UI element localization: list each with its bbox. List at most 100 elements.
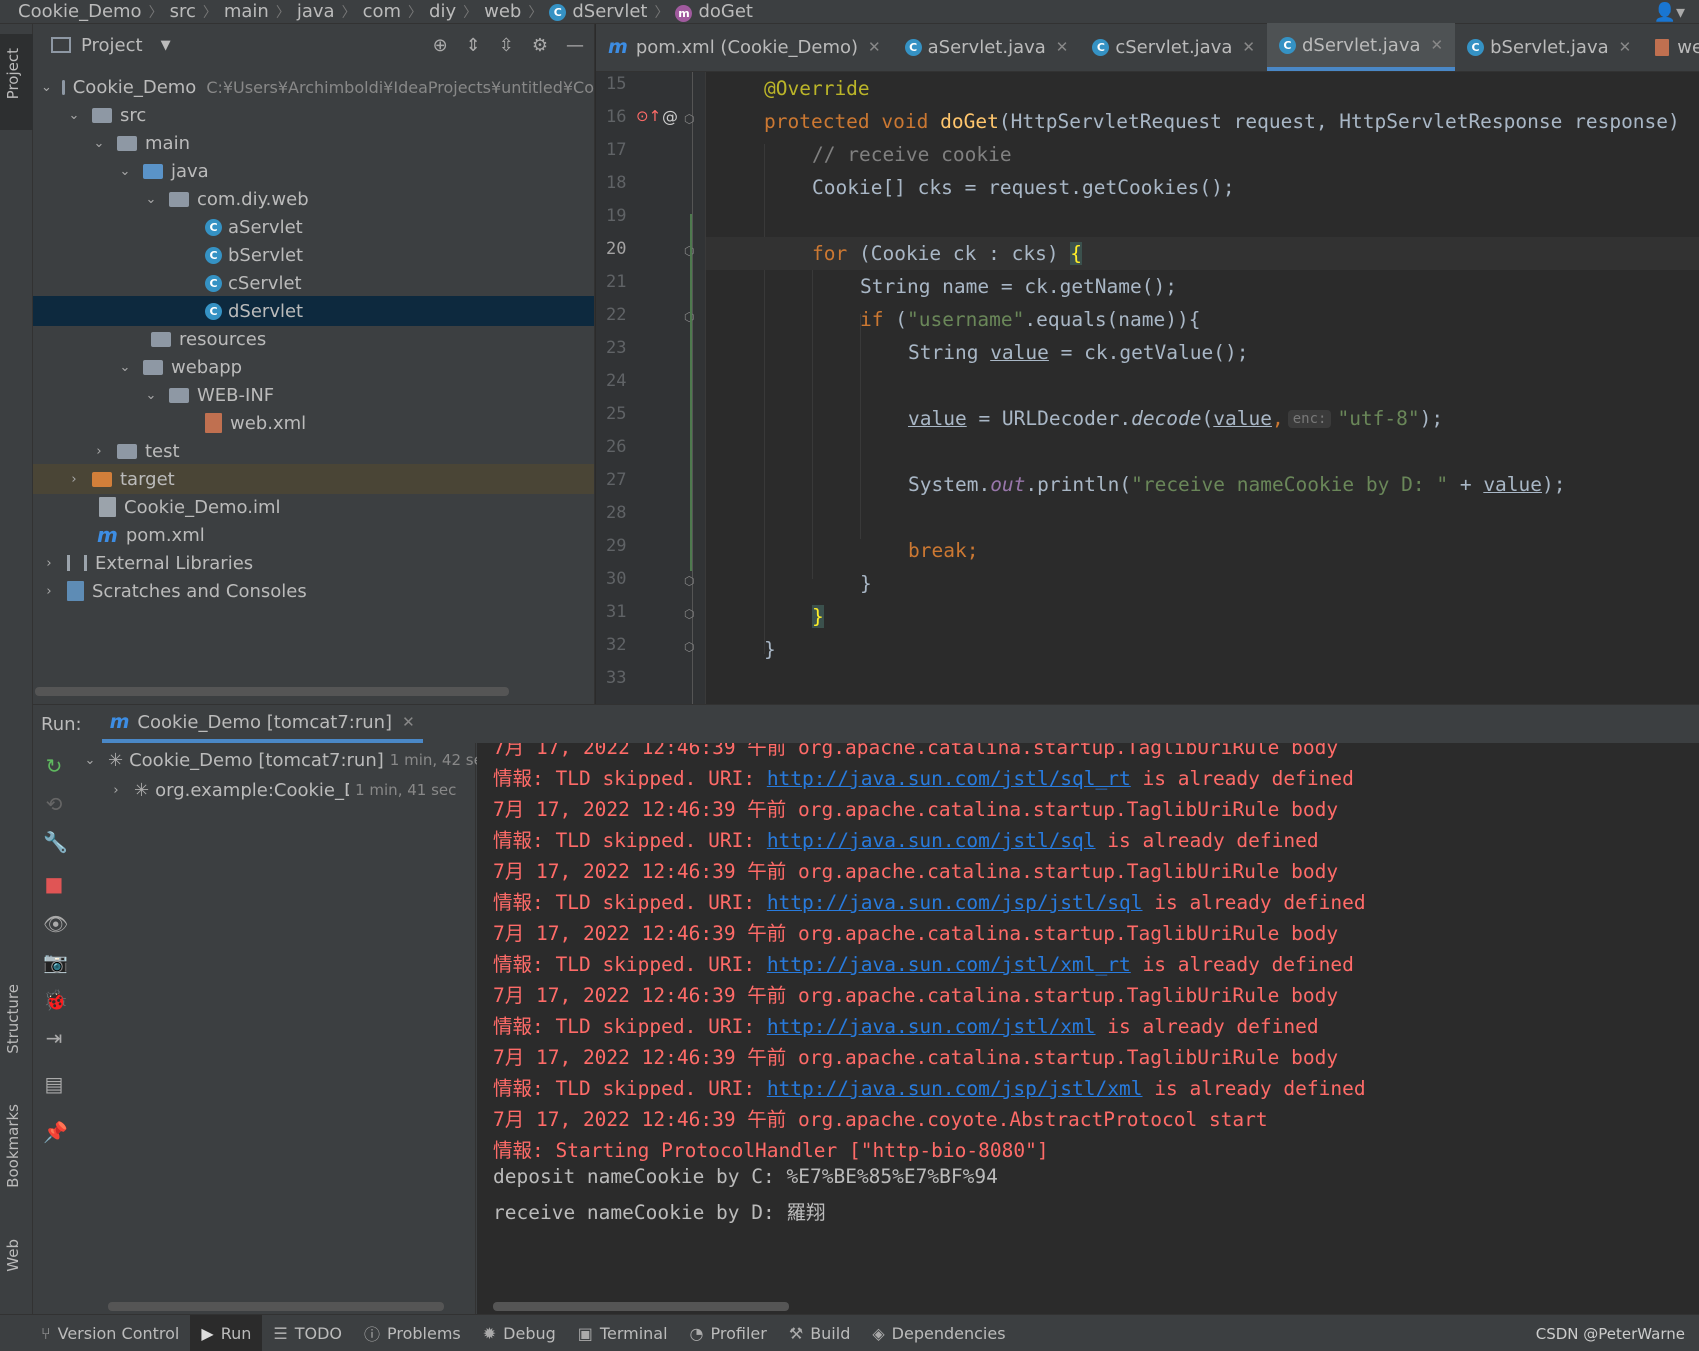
run-tab[interactable]: m Cookie_Demo [tomcat7:run] ✕ xyxy=(101,705,423,743)
tree-item-external-libraries[interactable]: › External Libraries xyxy=(33,548,594,578)
close-icon[interactable]: ✕ xyxy=(868,38,881,56)
horizontal-scrollbar[interactable] xyxy=(493,1302,789,1311)
expand-all-icon[interactable]: ⇕ xyxy=(466,35,481,56)
code-line-24[interactable] xyxy=(706,369,1699,402)
structure-side-tab[interactable]: Structure xyxy=(4,984,22,1054)
tree-item-bservlet[interactable]: C bServlet xyxy=(33,240,594,270)
breadcrumb-item-src[interactable]: src xyxy=(170,1,196,22)
tree-item-java[interactable]: ⌄ java xyxy=(33,156,594,186)
rerun-icon[interactable]: ↻ xyxy=(43,755,65,777)
line-number-gutter[interactable]: 15 16 17 18 19 20 21 22 23 24 25 26 27 2… xyxy=(596,72,706,704)
code-line-22[interactable]: if ("username" .equals(name)){ xyxy=(706,303,1699,336)
chevron-right-icon[interactable]: › xyxy=(91,444,107,459)
code-line-18[interactable]: Cookie[] cks = request.getCookies(); xyxy=(706,171,1699,204)
breadcrumb-item-com[interactable]: com xyxy=(363,1,401,22)
code-line-26[interactable] xyxy=(706,435,1699,468)
fold-icon[interactable]: ⬡ xyxy=(684,640,694,654)
code-line-32[interactable]: } xyxy=(706,633,1699,666)
breadcrumb-item-java[interactable]: java xyxy=(297,1,335,22)
tree-item-src[interactable]: ⌄ src xyxy=(33,100,594,130)
debug-icon[interactable]: 🐞 xyxy=(43,989,68,1011)
close-icon[interactable]: ✕ xyxy=(1619,38,1632,56)
tree-item-cookie-demo[interactable]: ⌄ Cookie_Demo C:¥Users¥Archimboldi¥IdeaP… xyxy=(33,72,594,102)
tab-cservlet[interactable]: CcServlet.java ✕ xyxy=(1080,23,1267,71)
web-side-tab[interactable]: Web xyxy=(4,1239,22,1272)
chevron-down-icon[interactable]: ⌄ xyxy=(117,164,133,179)
fold-icon[interactable]: ⬡ xyxy=(684,574,694,588)
close-icon[interactable]: ✕ xyxy=(1056,38,1069,56)
version-control-button[interactable]: ⑂ Version Control xyxy=(30,1315,190,1351)
breadcrumb-item-class[interactable]: CdServlet xyxy=(549,1,647,22)
user-icon[interactable]: 👤▾ xyxy=(1654,2,1685,23)
dropdown-arrow-icon[interactable]: ▼ xyxy=(161,38,171,53)
tab-pom-xml[interactable]: m pom.xml (Cookie_Demo) ✕ xyxy=(596,23,893,71)
chevron-right-icon[interactable]: › xyxy=(41,556,57,571)
tab-web-xml[interactable]: web.xml✕ xyxy=(1643,23,1699,71)
breadcrumb-item-method[interactable]: m doGet xyxy=(675,1,753,22)
override-marker-icon[interactable]: ⊙↑ xyxy=(636,107,661,125)
chevron-down-icon[interactable]: ⌄ xyxy=(66,108,82,123)
tree-item-cservlet[interactable]: C cServlet xyxy=(33,268,594,298)
horizontal-scrollbar[interactable] xyxy=(35,687,509,696)
chevron-down-icon[interactable]: ⌄ xyxy=(143,192,159,207)
build-button[interactable]: ⚒ Build xyxy=(778,1315,862,1351)
tab-dservlet[interactable]: CdServlet.java ✕ xyxy=(1266,23,1456,71)
layout-icon[interactable]: ▤ xyxy=(43,1073,65,1095)
code-line-15[interactable]: @Override xyxy=(706,72,1699,105)
terminal-button[interactable]: ▣ Terminal xyxy=(567,1315,679,1351)
tab-aservlet[interactable]: CaServlet.java ✕ xyxy=(893,23,1081,71)
tree-item-pom[interactable]: m pom.xml xyxy=(33,520,594,550)
code-line-30[interactable]: } xyxy=(706,567,1699,600)
toggle-view-icon[interactable]: ⟲ xyxy=(43,793,65,815)
breadcrumb-item-diy[interactable]: diy xyxy=(429,1,456,22)
code-line-17[interactable]: // receive cookie xyxy=(706,138,1699,171)
bookmarks-side-tab[interactable]: Bookmarks xyxy=(4,1104,22,1188)
code-line-19[interactable] xyxy=(706,204,1699,237)
tree-item-test[interactable]: › test xyxy=(33,436,594,466)
console-link[interactable]: http://java.sun.com/jstl/xml_rt xyxy=(767,953,1131,976)
locate-icon[interactable]: ⊕ xyxy=(433,35,448,56)
tree-item-web-inf[interactable]: ⌄ WEB-INF xyxy=(33,380,594,410)
gear-icon[interactable]: ⚙ xyxy=(532,35,548,56)
tree-item-dservlet[interactable]: C dServlet xyxy=(33,296,594,326)
console-link[interactable]: http://java.sun.com/jstl/xml xyxy=(767,1015,1096,1038)
console-link[interactable]: http://java.sun.com/jstl/sql_rt xyxy=(767,767,1131,790)
fold-icon[interactable]: ⬡ xyxy=(684,607,694,621)
breadcrumb-item-main[interactable]: main xyxy=(224,1,269,22)
console-output[interactable]: 7月 17, 2022 12:46:39 午前 org.apache.catal… xyxy=(477,743,1699,1315)
hide-panel-icon[interactable]: — xyxy=(566,35,584,56)
run-tree-root[interactable]: ⌄ ✳ Cookie_Demo [tomcat7:run] 1 min, 42 … xyxy=(82,745,492,775)
horizontal-scrollbar[interactable] xyxy=(108,1302,444,1311)
code-line-25[interactable]: value = URLDecoder. decode(value, enc: "utf… xyxy=(706,402,1699,435)
code-line-28[interactable] xyxy=(706,501,1699,534)
code-line-16[interactable]: protected void doGet (HttpServletRequest … xyxy=(706,105,1699,138)
chevron-right-icon[interactable]: › xyxy=(41,584,57,599)
chevron-down-icon[interactable]: ⌄ xyxy=(91,136,107,151)
chevron-down-icon[interactable]: ⌄ xyxy=(82,753,98,768)
chevron-right-icon[interactable]: › xyxy=(66,472,82,487)
tree-item-aservlet[interactable]: C aServlet xyxy=(33,212,594,242)
code-line-20[interactable]: for (Cookie ck : cks) { xyxy=(706,237,1699,270)
breadcrumb-item-web[interactable]: web xyxy=(484,1,521,22)
tree-item-web-xml[interactable]: web.xml xyxy=(33,408,594,438)
close-icon[interactable]: ✕ xyxy=(1431,36,1444,54)
fold-icon[interactable]: ⬡ xyxy=(684,112,694,126)
todo-button[interactable]: ☰ TODO xyxy=(262,1315,353,1351)
tree-item-main[interactable]: ⌄ main xyxy=(33,128,594,158)
annotation-marker-icon[interactable]: @ xyxy=(662,107,678,126)
code-line-23[interactable]: String value = ck.getValue(); xyxy=(706,336,1699,369)
code-line-27[interactable]: System. out .println("receive nameCookie b… xyxy=(706,468,1699,501)
tree-item-resources[interactable]: resources xyxy=(33,324,594,354)
tree-item-iml[interactable]: Cookie_Demo.iml xyxy=(33,492,594,522)
console-link[interactable]: http://java.sun.com/jstl/sql xyxy=(767,829,1096,852)
console-link[interactable]: http://java.sun.com/jsp/jstl/sql xyxy=(767,891,1143,914)
exit-icon[interactable]: ⇥ xyxy=(43,1027,65,1049)
collapse-all-icon[interactable]: ⇳ xyxy=(499,35,514,56)
tree-item-package[interactable]: ⌄ com.diy.web xyxy=(33,184,594,214)
project-side-tab[interactable]: Project xyxy=(0,34,33,130)
problems-button[interactable]: ⓘ Problems xyxy=(353,1315,472,1351)
camera-icon[interactable]: 📷 xyxy=(43,951,68,973)
tree-item-webapp[interactable]: ⌄ webapp xyxy=(33,352,594,382)
code-line-29[interactable]: break; xyxy=(706,534,1699,567)
breadcrumb-item-project[interactable]: Cookie_Demo xyxy=(18,1,142,22)
